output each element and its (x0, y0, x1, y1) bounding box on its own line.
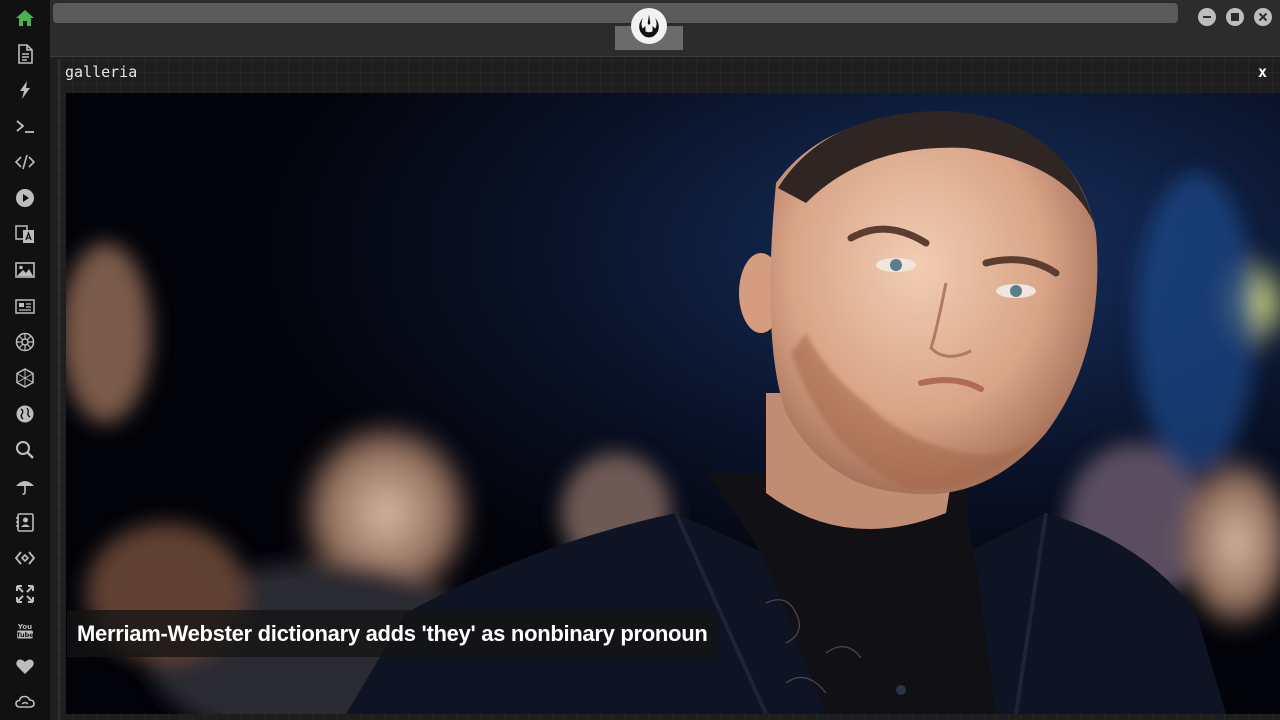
play-icon[interactable] (13, 186, 37, 210)
galactic-empire-icon[interactable] (13, 330, 37, 354)
cloud-icon[interactable] (13, 690, 37, 714)
svg-text:You: You (17, 623, 32, 631)
svg-text:Tube: Tube (16, 631, 34, 639)
maximize-button[interactable] (1226, 8, 1244, 26)
umbrella-icon[interactable] (13, 474, 37, 498)
code-icon[interactable] (13, 150, 37, 174)
panel-close-button[interactable]: x (1258, 63, 1267, 81)
hexagon-icon[interactable] (13, 366, 37, 390)
expand-icon[interactable] (13, 582, 37, 606)
contact-card-icon[interactable] (13, 510, 37, 534)
minimize-button[interactable] (1198, 8, 1216, 26)
globe-icon[interactable] (13, 402, 37, 426)
photo-caption: Merriam-Webster dictionary adds 'they' a… (67, 610, 718, 657)
terminal-icon[interactable] (13, 114, 37, 138)
link-code-icon[interactable] (13, 546, 37, 570)
document-icon[interactable] (13, 42, 37, 66)
close-window-button[interactable] (1254, 8, 1272, 26)
search-icon[interactable] (13, 438, 37, 462)
panel-title: galleria (65, 63, 138, 81)
translate-icon[interactable] (13, 222, 37, 246)
home-icon[interactable] (13, 6, 37, 30)
sidebar: You Tube (0, 0, 50, 720)
newspaper-icon[interactable] (13, 294, 37, 318)
heart-icon[interactable] (13, 654, 37, 678)
address-bar[interactable] (53, 3, 1178, 23)
rebel-alliance-logo-icon[interactable] (631, 8, 667, 44)
image-icon[interactable] (13, 258, 37, 282)
youtube-icon[interactable]: You Tube (13, 618, 37, 642)
lightning-icon[interactable] (13, 78, 37, 102)
